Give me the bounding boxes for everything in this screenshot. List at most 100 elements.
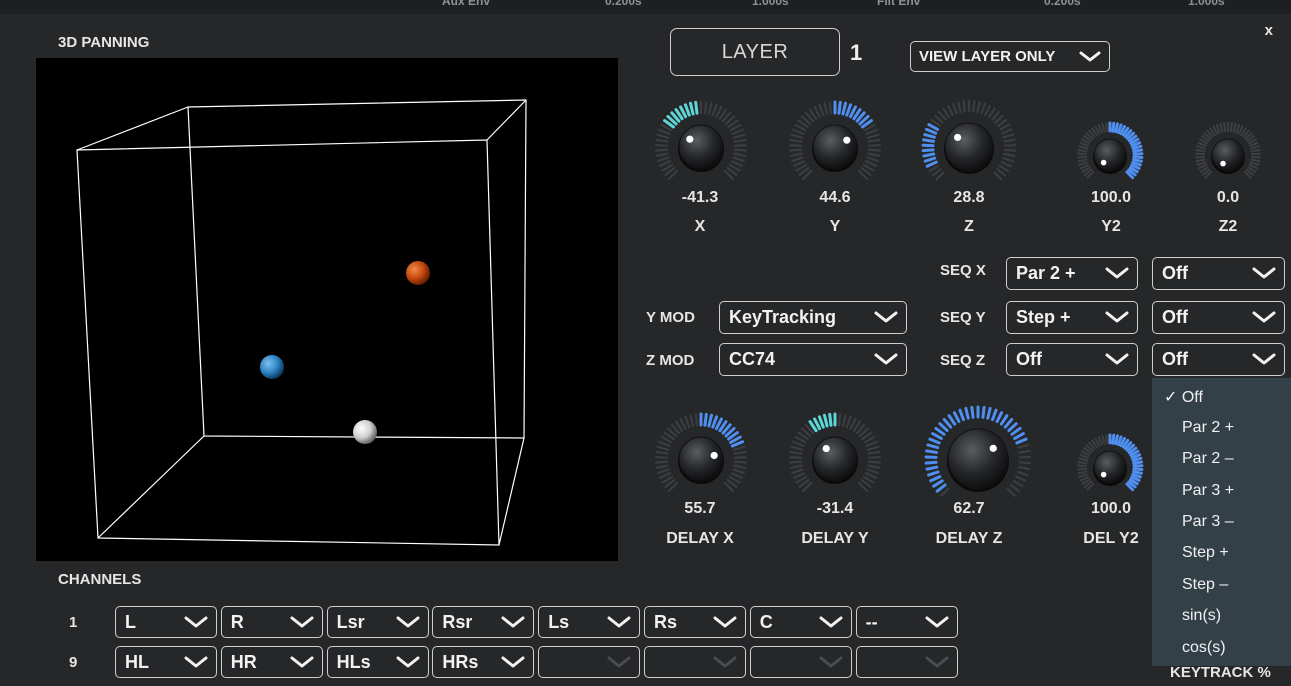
3d-viewport[interactable]	[36, 58, 618, 561]
knob-label-delay-z: DELAY Z	[935, 530, 1003, 547]
top-parameter-strip: Aux Env 0.200s 1.000s Filt Env 0.200s 1.…	[0, 0, 1291, 14]
menu-item-step-plus[interactable]: Step +	[1182, 544, 1229, 562]
close-icon[interactable]: x	[1265, 22, 1273, 39]
knob-z[interactable]	[919, 97, 1019, 202]
channel-dropdown[interactable]	[538, 646, 641, 678]
channel-value: Lsr	[336, 611, 365, 632]
chevron-down-icon	[819, 616, 843, 627]
top-strip-label: Filt Env	[877, 0, 921, 8]
chevron-down-icon	[607, 616, 631, 627]
keytrack-label: KEYTRACK %	[1170, 664, 1271, 681]
z-mod-value: CC74	[729, 349, 776, 369]
channel-value: Ls	[548, 611, 570, 632]
knob-y[interactable]	[786, 98, 884, 201]
z-mod-label: Z MOD	[646, 352, 695, 369]
knob-delay-y[interactable]	[786, 410, 884, 513]
channel-dropdown[interactable]: Ls	[538, 606, 641, 638]
knob-label-delay-x: DELAY X	[666, 530, 734, 547]
knob-label-delay-y: DELAY Y	[801, 530, 869, 547]
channel-dropdown[interactable]	[749, 646, 852, 678]
channel-value: --	[865, 611, 878, 632]
menu-item-step-minus[interactable]: Step –	[1182, 576, 1228, 594]
source-sphere-orange	[406, 261, 430, 285]
top-strip-label: 0.200s	[1044, 0, 1081, 8]
channel-dropdown[interactable]: R	[220, 606, 323, 638]
channel-dropdown[interactable]: HRs	[432, 646, 535, 678]
channel-value: R	[230, 611, 244, 632]
menu-item-par3-plus[interactable]: Par 3 +	[1182, 482, 1234, 500]
channel-dropdown[interactable]: HL	[115, 646, 217, 678]
chevron-down-icon	[1079, 51, 1101, 61]
channel-value: Rs	[654, 611, 678, 632]
top-strip-label: 1.000s	[1188, 0, 1225, 8]
knob-delay-x[interactable]	[652, 410, 750, 513]
menu-item-off[interactable]: ✓ Off	[1164, 387, 1203, 407]
channel-dropdown[interactable]: --	[855, 606, 958, 638]
chevron-down-icon	[501, 616, 525, 627]
channel-value: HLs	[336, 651, 371, 672]
menu-item-par3-minus[interactable]: Par 3 –	[1182, 513, 1234, 531]
menu-item-sin[interactable]: sin(s)	[1182, 607, 1221, 625]
knob-del-y2[interactable]	[1074, 431, 1146, 508]
menu-item-cos[interactable]: cos(s)	[1182, 639, 1226, 657]
chevron-down-icon	[184, 656, 208, 667]
seq-x-mode-value: Off	[1162, 263, 1188, 283]
knob-x[interactable]	[652, 98, 750, 201]
seq-x-mode-dropdown[interactable]: Off	[1152, 257, 1285, 290]
seq-x-dropdown[interactable]: Par 2 +	[1006, 257, 1138, 290]
z-mod-dropdown[interactable]: CC74	[719, 343, 907, 376]
channel-row-number: 1	[69, 614, 78, 631]
channel-dropdown[interactable]: L	[115, 606, 217, 638]
channel-dropdown[interactable]: Rsr	[432, 606, 535, 638]
channel-dropdown[interactable]: HLs	[326, 646, 429, 678]
source-sphere-white	[353, 420, 377, 444]
channel-dropdown[interactable]	[855, 646, 958, 678]
top-strip-label: 1.000s	[752, 0, 789, 8]
knob-label-z: Z	[964, 218, 974, 235]
y-mod-value: KeyTracking	[729, 307, 837, 327]
menu-item-par2-minus[interactable]: Par 2 –	[1182, 450, 1234, 468]
chevron-down-icon	[501, 656, 525, 667]
chevron-down-icon	[290, 616, 314, 627]
seq-y-dropdown[interactable]: Step +	[1006, 301, 1138, 334]
seq-z-value: Off	[1016, 349, 1042, 369]
menu-item-par2-plus[interactable]: Par 2 +	[1182, 419, 1234, 437]
3d-cube-scene	[76, 99, 527, 546]
view-mode-dropdown[interactable]: VIEW LAYER ONLY	[910, 41, 1110, 72]
channel-value: HRs	[442, 651, 479, 672]
knob-z2[interactable]	[1192, 119, 1264, 196]
seq-y-value: Step +	[1016, 307, 1071, 327]
knob-label-y2: Y2	[1101, 218, 1121, 235]
channel-dropdown[interactable]: C	[749, 606, 852, 638]
channel-dropdown[interactable]	[644, 646, 746, 678]
layer-number: 1	[850, 40, 863, 65]
channel-dropdown[interactable]: Rs	[644, 606, 746, 638]
channel-row-number: 9	[69, 654, 78, 671]
seq-z-dropdown[interactable]: Off	[1006, 343, 1138, 376]
chevron-down-icon	[713, 656, 737, 667]
y-mod-dropdown[interactable]: KeyTracking	[719, 301, 907, 334]
channel-dropdown[interactable]: Lsr	[326, 606, 429, 638]
chevron-down-icon	[396, 656, 420, 667]
chevron-down-icon	[1252, 353, 1276, 365]
layer-button[interactable]: LAYER	[670, 28, 840, 76]
chevron-down-icon	[607, 656, 631, 667]
chevron-down-icon	[184, 616, 208, 627]
chevron-down-icon	[925, 616, 949, 627]
seq-z-mode-value: Off	[1162, 349, 1188, 369]
seq-x-value: Par 2 +	[1016, 263, 1076, 283]
chevron-down-icon	[819, 656, 843, 667]
seq-z-mode-dropdown[interactable]: Off	[1152, 343, 1285, 376]
knob-label-z2: Z2	[1218, 218, 1238, 235]
seq-y-mode-dropdown[interactable]: Off	[1152, 301, 1285, 334]
seq-y-mode-value: Off	[1162, 307, 1188, 327]
knob-delay-z[interactable]	[922, 403, 1034, 520]
knob-y2[interactable]	[1074, 119, 1146, 196]
view-mode-value: VIEW LAYER ONLY	[919, 48, 1056, 65]
chevron-down-icon	[1252, 311, 1276, 323]
chevron-down-icon	[290, 656, 314, 667]
channel-dropdown[interactable]: HR	[220, 646, 323, 678]
chevron-down-icon	[713, 616, 737, 627]
top-strip-label: 0.200s	[605, 0, 642, 8]
check-icon: ✓	[1164, 389, 1178, 406]
